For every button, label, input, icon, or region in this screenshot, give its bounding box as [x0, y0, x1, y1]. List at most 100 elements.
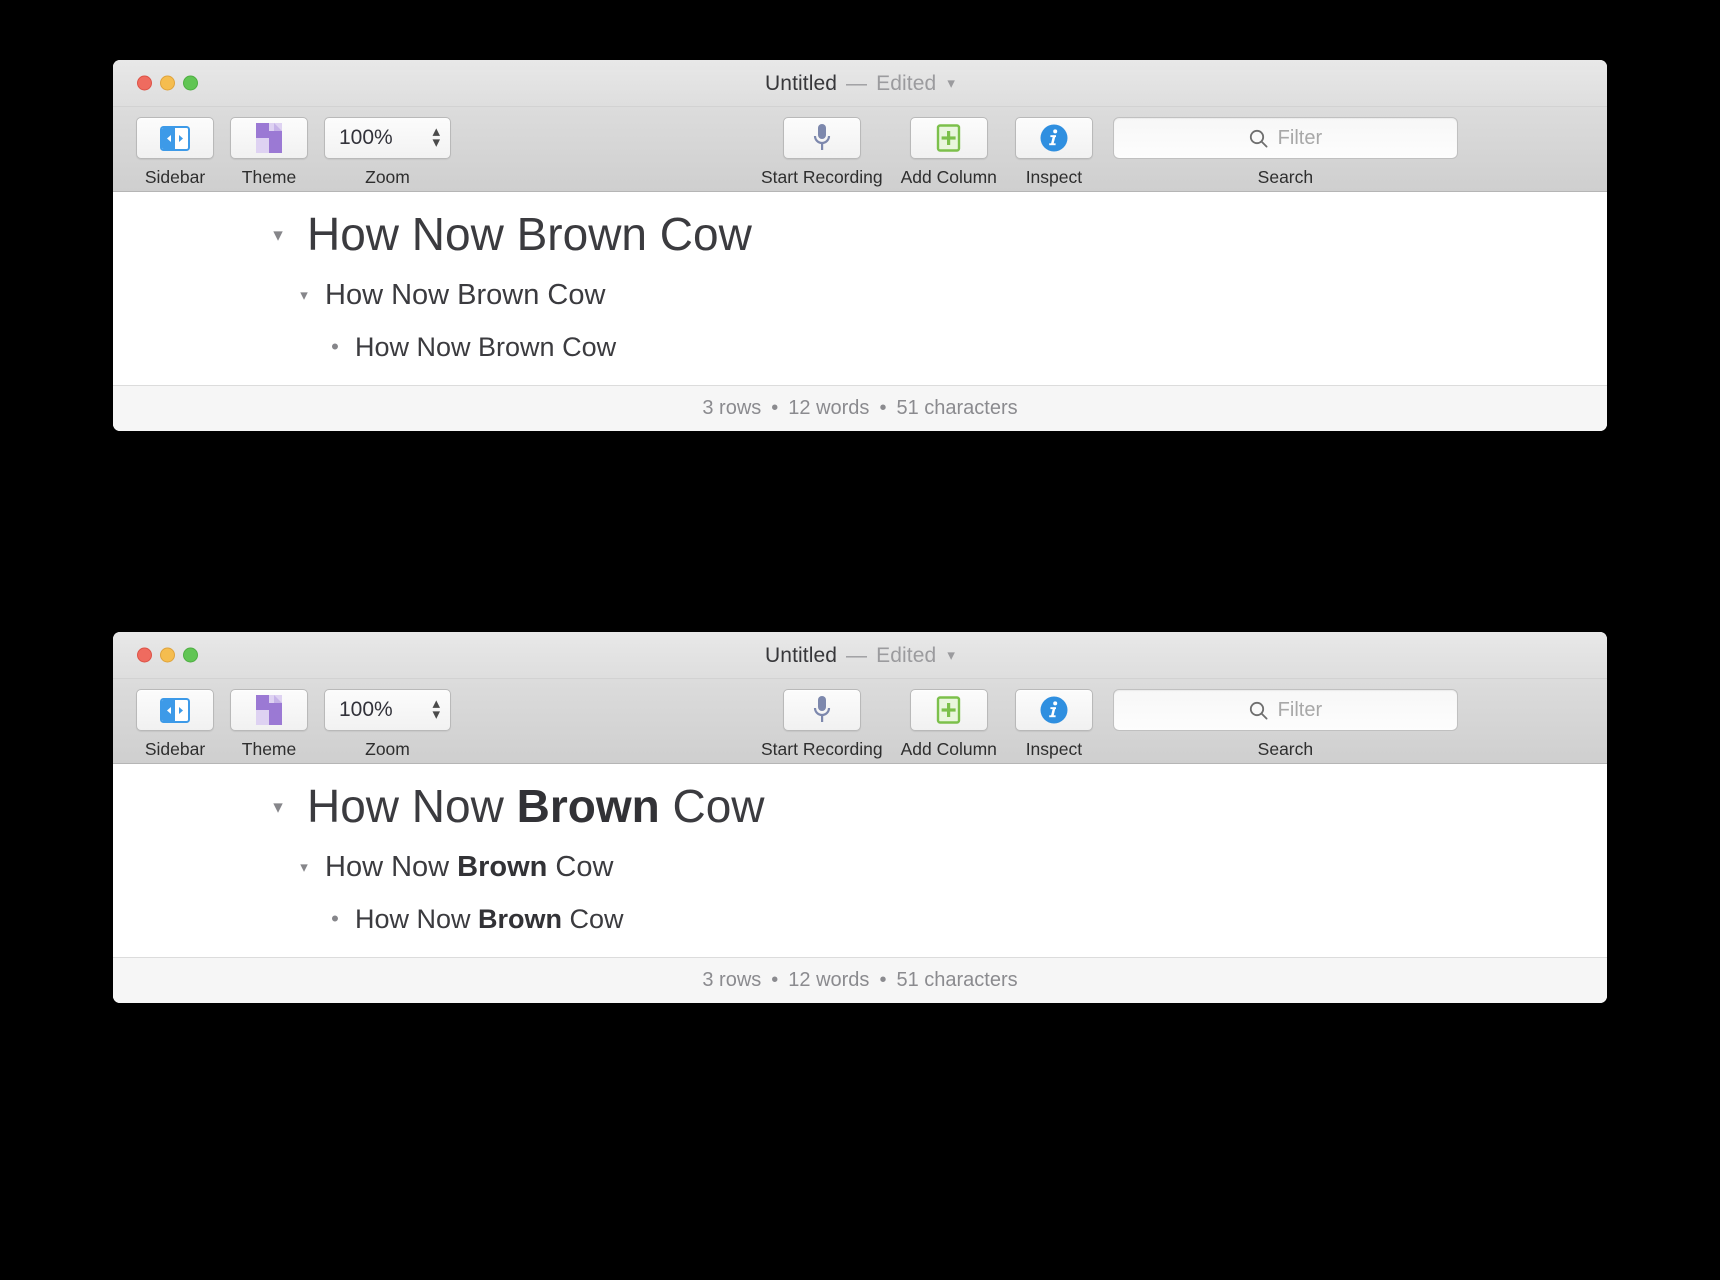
outline-row[interactable]: ▾ How Now Brown Cow: [113, 778, 1607, 836]
theme-toolbar-item[interactable]: Theme: [230, 689, 308, 760]
inspect-button[interactable]: [1014, 117, 1093, 159]
window-title: Untitled — Edited ▾: [113, 60, 1607, 107]
outline-row[interactable]: ▾ How Now Brown Cow: [113, 848, 1607, 887]
disclosure-triangle-icon[interactable]: ▾: [293, 858, 315, 878]
disclosure-triangle-icon[interactable]: ▾: [263, 796, 293, 820]
stepper-updown-icon[interactable]: ▴ ▾: [432, 124, 440, 150]
outline-row[interactable]: ▾ How Now Brown Cow: [113, 276, 1607, 315]
record-toolbar-item[interactable]: Start Recording: [761, 117, 883, 188]
zoom-stepper[interactable]: 100% ▴ ▾: [324, 689, 451, 731]
outline-row[interactable]: ▾ How Now Brown Cow: [113, 206, 1607, 264]
theme-label: Theme: [241, 739, 297, 759]
outline-content[interactable]: ▾ How Now Brown Cow ▾ How Now Brown Cow …: [113, 764, 1607, 958]
inspect-label: Inspect: [1025, 739, 1083, 759]
document-window-bold[interactable]: Untitled — Edited ▾ Sidebar Theme 100% ▴…: [113, 632, 1607, 1004]
outline-row-text: How Now Brown Cow: [355, 329, 616, 365]
theme-button[interactable]: [230, 117, 308, 159]
chevron-down-icon[interactable]: ▾: [947, 648, 955, 663]
search-toolbar-item[interactable]: Filter Search: [1112, 117, 1458, 188]
theme-button[interactable]: [230, 689, 308, 731]
add-column-toolbar-item[interactable]: Add Column: [901, 117, 997, 188]
search-input[interactable]: Filter: [1112, 689, 1458, 731]
bullet-icon: •: [331, 905, 339, 931]
outline-text-emphasis: Brown: [516, 780, 660, 832]
status-rows: 3 rows: [702, 397, 762, 420]
minimize-button[interactable]: [160, 647, 175, 663]
info-circle-icon: [1040, 124, 1068, 152]
outline-text-prefix: How Now: [325, 850, 458, 883]
outline-text-emphasis: Brown: [478, 903, 563, 934]
zoom-value: 100%: [339, 698, 393, 721]
record-label: Start Recording: [761, 167, 883, 187]
status-separator: •: [771, 397, 779, 420]
search-icon: [1249, 129, 1268, 148]
sidebar-icon: [160, 697, 190, 723]
sidebar-button[interactable]: [136, 117, 214, 159]
sidebar-toolbar-item[interactable]: Sidebar: [136, 117, 214, 188]
search-input[interactable]: Filter: [1112, 117, 1458, 159]
toolbar[interactable]: Sidebar Theme 100% ▴ ▾ Zoom Start Record…: [113, 107, 1607, 192]
chevron-down-icon[interactable]: ▾: [947, 76, 955, 91]
status-characters: 51 characters: [896, 969, 1018, 992]
close-button[interactable]: [137, 647, 152, 663]
stepper-updown-icon[interactable]: ▴ ▾: [432, 696, 440, 722]
minimize-button[interactable]: [160, 75, 175, 91]
disclosure-triangle-icon[interactable]: ▾: [263, 224, 293, 248]
search-toolbar-item[interactable]: Filter Search: [1112, 689, 1458, 760]
edited-status: Edited: [876, 643, 937, 667]
document-title: Untitled: [765, 71, 838, 95]
status-rows: 3 rows: [702, 969, 762, 992]
traffic-lights[interactable]: [137, 75, 198, 91]
outline-text-suffix: Cow: [647, 208, 752, 260]
traffic-lights[interactable]: [137, 647, 198, 663]
outline-text-emphasis: Brown: [516, 208, 647, 260]
sidebar-button[interactable]: [136, 689, 214, 731]
zoom-stepper[interactable]: 100% ▴ ▾: [324, 117, 451, 159]
outline-content[interactable]: ▾ How Now Brown Cow ▾ How Now Brown Cow …: [113, 192, 1607, 386]
add-column-button[interactable]: [909, 689, 988, 731]
theme-label: Theme: [241, 167, 297, 187]
inspect-button[interactable]: [1014, 689, 1093, 731]
outline-row[interactable]: • How Now Brown Cow: [113, 901, 1607, 937]
sidebar-toolbar-item[interactable]: Sidebar: [136, 689, 214, 760]
disclosure-triangle-icon[interactable]: ▾: [293, 286, 315, 306]
add-column-toolbar-item[interactable]: Add Column: [901, 689, 997, 760]
start-recording-button[interactable]: [782, 689, 861, 731]
inspect-toolbar-item[interactable]: Inspect: [1014, 689, 1093, 760]
outline-text-suffix: Cow: [659, 780, 765, 832]
start-recording-button[interactable]: [782, 117, 861, 159]
toolbar[interactable]: Sidebar Theme 100% ▴ ▾ Zoom Start Record…: [113, 679, 1607, 764]
search-label: Search: [1257, 167, 1314, 187]
outline-text-prefix: How Now: [307, 780, 517, 832]
outline-text-suffix: Cow: [547, 850, 614, 883]
maximize-button[interactable]: [183, 647, 198, 663]
zoom-toolbar-item[interactable]: 100% ▴ ▾ Zoom: [324, 117, 451, 188]
outline-row-text: How Now Brown Cow: [325, 848, 613, 887]
maximize-button[interactable]: [183, 75, 198, 91]
add-column-label: Add Column: [900, 167, 997, 187]
outline-text-prefix: How Now: [355, 903, 479, 934]
outline-text-prefix: How Now: [355, 331, 479, 362]
inspect-toolbar-item[interactable]: Inspect: [1014, 117, 1093, 188]
add-column-button[interactable]: [909, 117, 988, 159]
document-title: Untitled: [765, 643, 838, 667]
zoom-toolbar-item[interactable]: 100% ▴ ▾ Zoom: [324, 689, 451, 760]
title-bar[interactable]: Untitled — Edited ▾: [113, 632, 1607, 679]
outline-text-emphasis: Brown: [457, 850, 548, 883]
outline-row[interactable]: • How Now Brown Cow: [113, 329, 1607, 365]
status-separator: •: [879, 969, 887, 992]
outline-text-suffix: Cow: [539, 278, 606, 311]
record-label: Start Recording: [761, 739, 883, 759]
status-bar: 3 rows • 12 words • 51 characters: [113, 385, 1607, 432]
title-separator: —: [846, 643, 868, 667]
microphone-icon: [813, 696, 830, 722]
outline-text-prefix: How Now: [307, 208, 517, 260]
outline-text-emphasis: Brown: [457, 278, 540, 311]
record-toolbar-item[interactable]: Start Recording: [761, 689, 883, 760]
title-bar[interactable]: Untitled — Edited ▾: [113, 60, 1607, 107]
theme-toolbar-item[interactable]: Theme: [230, 117, 308, 188]
outline-row-text: How Now Brown Cow: [325, 276, 605, 315]
zoom-value: 100%: [339, 126, 393, 149]
document-window-plain[interactable]: Untitled — Edited ▾ Sidebar Theme 100% ▴…: [113, 60, 1607, 432]
close-button[interactable]: [137, 75, 152, 91]
